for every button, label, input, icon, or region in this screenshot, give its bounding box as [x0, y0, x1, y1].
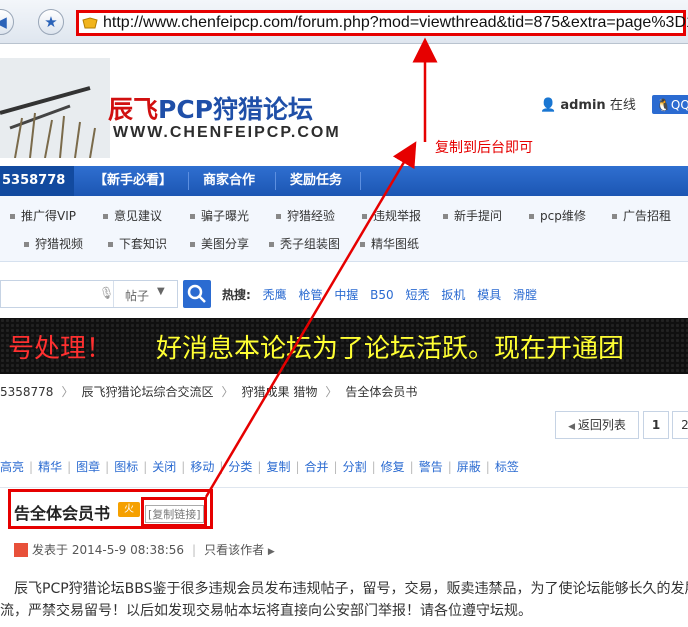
annotation-arrows	[204, 37, 438, 498]
annotation-note: 复制到后台即可	[435, 140, 533, 156]
arrow-to-note	[204, 141, 417, 498]
